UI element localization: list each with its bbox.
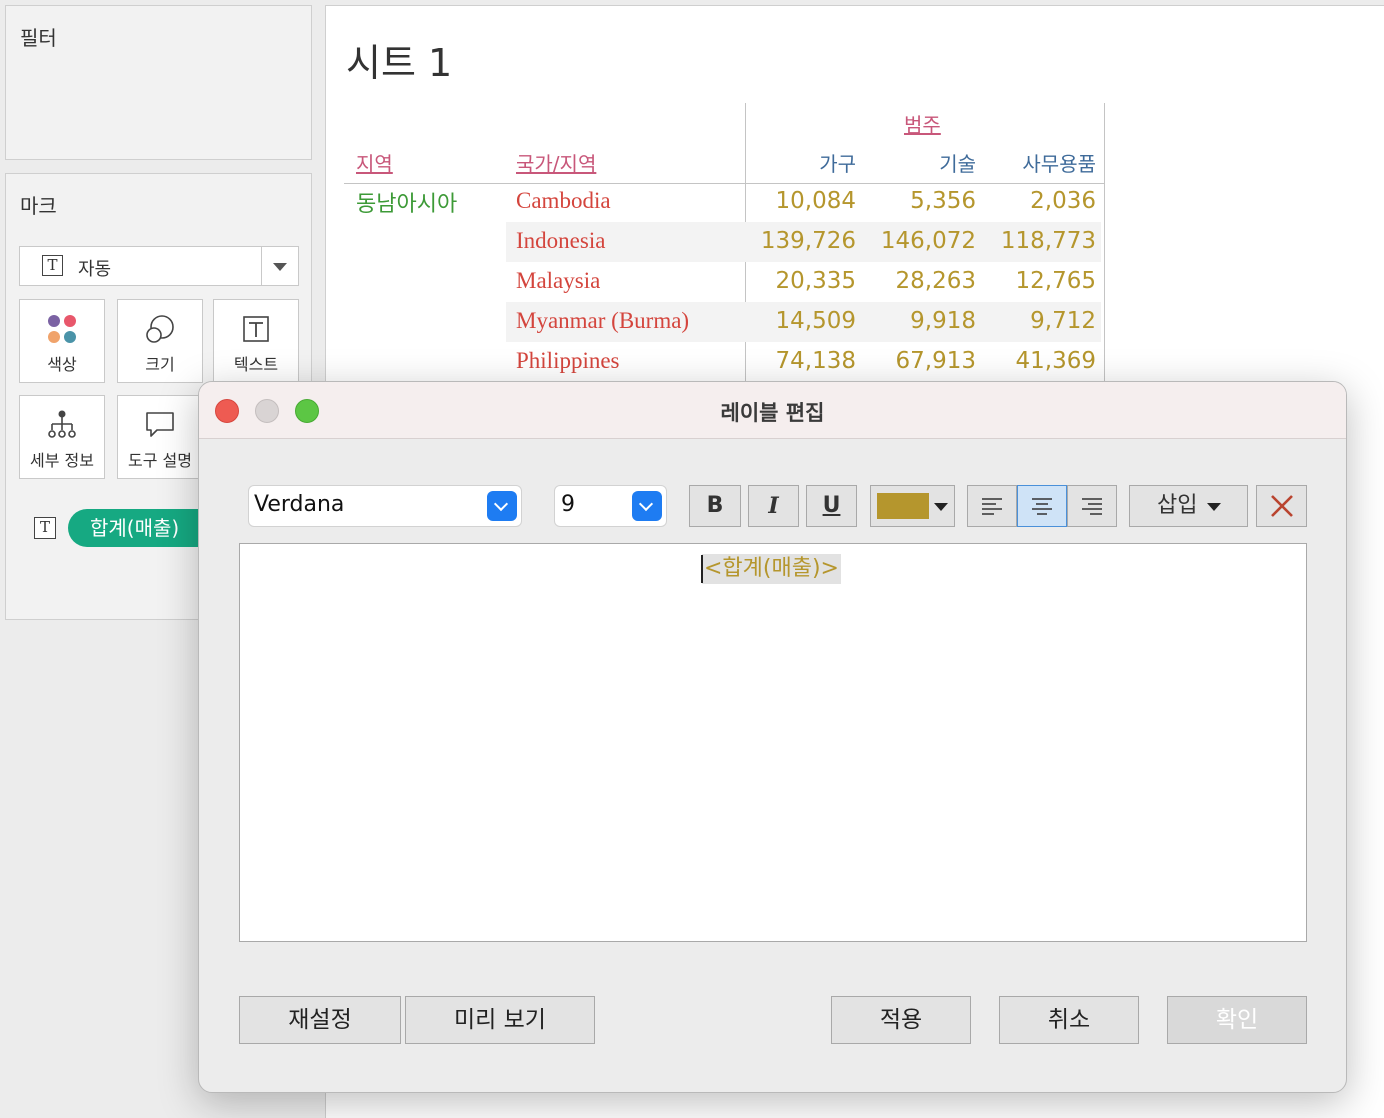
column-header-office[interactable]: 사무용품 — [986, 148, 1096, 177]
value-cell[interactable]: 41,369 — [981, 348, 1096, 374]
dialog-titlebar[interactable]: 레이블 편집 — [199, 382, 1346, 439]
region-cell[interactable]: 동남아시아 — [356, 186, 457, 218]
category-header[interactable]: 범주 — [904, 109, 941, 138]
table-right-border — [1104, 103, 1105, 386]
text-cursor — [701, 555, 703, 583]
insert-label: 삽입 — [1157, 493, 1198, 518]
column-header-technology[interactable]: 기술 — [866, 148, 976, 177]
bold-button[interactable]: B — [689, 485, 741, 527]
font-family-select[interactable]: Verdana — [248, 485, 522, 527]
font-color-swatch — [877, 493, 929, 519]
size-circles-icon — [146, 315, 174, 343]
align-right-icon — [1082, 498, 1102, 515]
font-color-button[interactable] — [870, 485, 955, 527]
country-cell[interactable]: Indonesia — [516, 228, 605, 254]
value-cell[interactable]: 67,913 — [861, 348, 976, 374]
marks-title: 마크 — [20, 194, 57, 218]
region-header[interactable]: 지역 — [356, 148, 393, 177]
align-left-icon — [982, 498, 1002, 515]
value-cell[interactable]: 139,726 — [741, 228, 856, 254]
edit-label-dialog: 레이블 편집 Verdana 9 B I U 삽입 <합계(매출)> 재설정 미… — [198, 381, 1347, 1093]
underline-button[interactable]: U — [806, 485, 857, 527]
detail-tree-icon — [48, 410, 76, 438]
value-cell[interactable]: 9,712 — [981, 308, 1096, 334]
color-label: 색상 — [47, 355, 77, 374]
tooltip-bubble-icon — [146, 412, 174, 437]
tooltip-button[interactable]: 도구 설명 — [117, 395, 203, 479]
mark-type-dropdown[interactable]: T 자동 — [19, 246, 299, 286]
apply-button[interactable]: 적용 — [831, 996, 971, 1044]
field-token[interactable]: <합계(매출)> — [702, 554, 841, 584]
header-underline — [344, 183, 1104, 184]
chevron-down-icon — [273, 263, 287, 271]
size-label: 크기 — [145, 355, 175, 374]
reset-button[interactable]: 재설정 — [239, 996, 401, 1044]
font-family-value: Verdana — [254, 492, 345, 517]
cancel-button[interactable]: 취소 — [999, 996, 1139, 1044]
mark-type-label: 자동 — [78, 259, 112, 280]
font-size-value: 9 — [561, 492, 575, 517]
value-cell[interactable]: 9,918 — [861, 308, 976, 334]
dialog-title: 레이블 편집 — [720, 401, 825, 425]
value-cell[interactable]: 28,263 — [861, 268, 976, 294]
text-label: 텍스트 — [233, 355, 279, 374]
country-cell[interactable]: Philippines — [516, 348, 620, 374]
preview-button[interactable]: 미리 보기 — [405, 996, 595, 1044]
value-cell[interactable]: 20,335 — [741, 268, 856, 294]
align-center-icon — [1032, 498, 1052, 515]
dropdown-divider — [261, 247, 262, 285]
font-size-select[interactable]: 9 — [554, 485, 667, 527]
chevron-down-icon — [1207, 503, 1221, 511]
color-button[interactable]: 색상 — [19, 299, 105, 383]
insert-button[interactable]: 삽입 — [1129, 485, 1248, 527]
detail-button[interactable]: 세부 정보 — [19, 395, 105, 479]
chevron-down-icon — [934, 503, 948, 511]
value-cell[interactable]: 118,773 — [981, 228, 1096, 254]
align-center-button[interactable] — [1017, 485, 1067, 527]
value-cell[interactable]: 2,036 — [981, 188, 1096, 214]
align-left-button[interactable] — [967, 485, 1017, 527]
text-button[interactable]: 텍스트 — [213, 299, 299, 383]
value-cell[interactable]: 14,509 — [741, 308, 856, 334]
sheet-title: 시트 1 — [346, 41, 453, 85]
size-button[interactable]: 크기 — [117, 299, 203, 383]
text-mark-icon: T — [42, 255, 63, 276]
tooltip-label: 도구 설명 — [128, 451, 192, 470]
country-cell[interactable]: Malaysia — [516, 268, 600, 294]
country-cell[interactable]: Myanmar (Burma) — [516, 308, 689, 334]
column-header-furniture[interactable]: 가구 — [746, 148, 856, 177]
align-right-button[interactable] — [1067, 485, 1117, 527]
ok-button[interactable]: 확인 — [1167, 996, 1307, 1044]
detail-label: 세부 정보 — [30, 451, 94, 470]
color-dots-icon — [48, 315, 76, 343]
value-cell[interactable]: 5,356 — [861, 188, 976, 214]
clear-button[interactable] — [1256, 485, 1307, 527]
country-cell[interactable]: Cambodia — [516, 188, 611, 214]
chevron-down-icon[interactable] — [632, 491, 662, 521]
country-header[interactable]: 국가/지역 — [516, 148, 596, 177]
label-text-editor[interactable]: <합계(매출)> — [239, 543, 1307, 942]
close-icon — [1270, 495, 1293, 517]
value-cell[interactable]: 12,765 — [981, 268, 1096, 294]
text-t-icon — [243, 316, 269, 342]
value-cell[interactable]: 74,138 — [741, 348, 856, 374]
filters-shelf[interactable]: 필터 — [5, 5, 312, 160]
italic-button[interactable]: I — [748, 485, 799, 527]
text-encoding-icon: T — [34, 517, 56, 539]
value-cell[interactable]: 146,072 — [861, 228, 976, 254]
chevron-down-icon[interactable] — [487, 491, 517, 521]
filters-title: 필터 — [20, 26, 57, 50]
value-cell[interactable]: 10,084 — [741, 188, 856, 214]
